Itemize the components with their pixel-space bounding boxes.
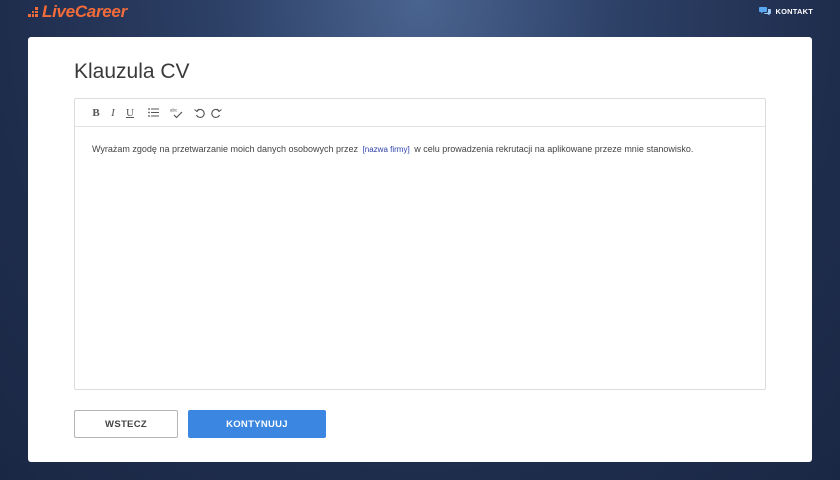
undo-icon[interactable] xyxy=(192,106,206,120)
contact-label: KONTAKT xyxy=(775,6,813,16)
continue-button[interactable]: KONTYNUUJ xyxy=(188,410,326,438)
editor-content[interactable]: Wyrażam zgodę na przetwarzanie moich dan… xyxy=(75,127,765,172)
bullet-list-icon[interactable] xyxy=(146,106,160,120)
italic-button[interactable]: I xyxy=(106,106,120,120)
contact-link[interactable]: KONTAKT xyxy=(759,6,813,16)
consent-text-start: Wyrażam zgodę na przetwarzanie moich dan… xyxy=(92,144,359,154)
logo-text: LiveCareer xyxy=(42,2,127,21)
livecareer-logo[interactable]: LiveCareer xyxy=(28,2,127,22)
bold-button[interactable]: B xyxy=(89,106,103,120)
editor-toolbar: B I U abc xyxy=(75,99,765,127)
consent-text-end: w celu prowadzenia rekrutacji na aplikow… xyxy=(414,144,694,154)
redo-icon[interactable] xyxy=(209,106,223,120)
main-card: Klauzula CV B I U abc Wyrażam zgodę na p… xyxy=(28,37,812,462)
page-title: Klauzula CV xyxy=(74,60,190,83)
spellcheck-icon[interactable]: abc xyxy=(169,106,183,120)
top-bar: LiveCareer KONTAKT xyxy=(0,0,840,30)
chat-bubbles-icon xyxy=(759,7,772,16)
company-name-placeholder[interactable]: [nazwa firmy] xyxy=(363,145,410,154)
logo-dots-icon xyxy=(28,6,40,18)
back-button[interactable]: WSTECZ xyxy=(74,410,178,438)
underline-button[interactable]: U xyxy=(123,106,137,120)
rich-text-editor[interactable]: B I U abc Wyrażam zgodę na przetwarzanie… xyxy=(74,98,766,390)
svg-text:abc: abc xyxy=(170,107,178,112)
